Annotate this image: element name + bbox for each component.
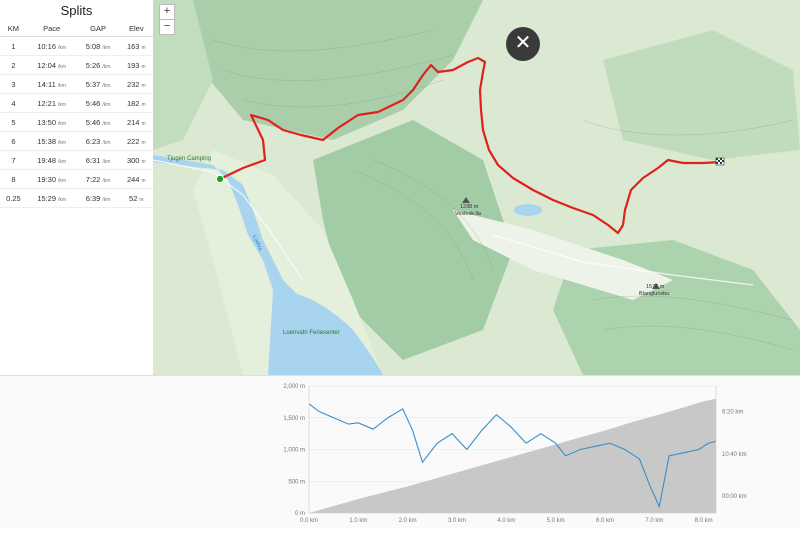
header-pace: Pace <box>26 20 77 37</box>
split-elev: 193 m <box>119 55 153 75</box>
split-row: 6 15:38/km 6:23/km 222 m <box>0 131 153 151</box>
split-km: 0.25 <box>0 188 27 208</box>
split-km: 5 <box>0 112 27 132</box>
y-tick-left: 1,500 m <box>283 416 305 422</box>
split-km: 4 <box>0 93 27 113</box>
split-pace: 14:11/km <box>26 74 77 94</box>
close-icon: ✕ <box>514 32 532 54</box>
split-pace: 12:21/km <box>26 93 77 113</box>
start-marker[interactable] <box>215 174 225 184</box>
split-km: 8 <box>0 169 27 189</box>
split-gap: 6:39/km <box>76 188 120 208</box>
y-tick-right: 10:40 km <box>722 452 747 458</box>
route-map[interactable]: + − ✕ Tjugen Camping Loenvatn Feriesente… <box>153 0 800 375</box>
split-row: 7 19:48/km 6:31/km 300 m <box>0 150 153 170</box>
split-elev: 222 m <box>119 131 153 151</box>
x-tick: 0.0 km <box>300 518 318 524</box>
split-elev: 232 m <box>119 74 153 94</box>
split-gap: 5:08/km <box>76 36 120 56</box>
x-tick: 5.0 km <box>547 518 565 524</box>
splits-table: KM Pace GAP Elev 1 10:16/km 5:08/km 163 m 2 12… <box>0 20 153 208</box>
x-tick: 2.0 km <box>399 518 417 524</box>
close-button[interactable]: ✕ <box>506 27 540 61</box>
peak1-elev: 1238 m <box>460 204 479 210</box>
split-row: 1 10:16/km 5:08/km 163 m <box>0 36 153 56</box>
split-pace: 15:29/km <box>26 188 77 208</box>
finish-flag-icon[interactable] <box>715 157 725 166</box>
split-elev: 52 m <box>119 188 153 208</box>
split-km: 1 <box>0 36 27 56</box>
split-km: 2 <box>0 55 27 75</box>
split-row: 0.25 15:29/km 6:39/km 52 m <box>0 188 153 208</box>
camping-label: Tjugen Camping <box>167 156 212 162</box>
header-gap: GAP <box>76 20 120 37</box>
y-tick-left: 1,000 m <box>283 448 305 454</box>
split-row: 5 13:50/km 5:46/km 214 m <box>0 112 153 132</box>
split-elev: 214 m <box>119 112 153 132</box>
split-gap: 5:46/km <box>76 112 120 132</box>
split-km: 6 <box>0 131 27 151</box>
y-tick-left: 2,000 m <box>283 384 305 390</box>
x-tick: 3.0 km <box>448 518 466 524</box>
split-pace: 13:50/km <box>26 112 77 132</box>
split-row: 3 14:11/km 5:37/km 232 m <box>0 74 153 94</box>
x-tick: 4.0 km <box>497 518 515 524</box>
map-canvas[interactable] <box>153 0 800 375</box>
split-gap: 6:23/km <box>76 131 120 151</box>
x-tick: 7.0 km <box>645 518 663 524</box>
split-gap: 6:31/km <box>76 150 120 170</box>
split-km: 3 <box>0 74 27 94</box>
split-km: 7 <box>0 150 27 170</box>
split-gap: 5:46/km <box>76 93 120 113</box>
header-elev: Elev <box>119 20 153 37</box>
split-elev: 300 m <box>119 150 153 170</box>
x-tick: 1.0 km <box>349 518 367 524</box>
zoom-out-button[interactable]: − <box>159 19 175 35</box>
split-elev: 163 m <box>119 36 153 56</box>
split-pace: 19:48/km <box>26 150 77 170</box>
split-gap: 5:26/km <box>76 55 120 75</box>
split-row: 2 12:04/km 5:26/km 193 m <box>0 55 153 75</box>
peak1-name: Veslesk.lla <box>455 211 481 217</box>
y-tick-right: 00:00 km <box>722 494 747 500</box>
splits-panel: Splits KM Pace GAP Elev 1 10:16/km 5:08/km… <box>0 0 154 374</box>
splits-title: Splits <box>60 3 93 18</box>
y-tick-right: 6:20 km <box>722 410 743 416</box>
elevation-pace-chart[interactable]: 0 m 500 m 1,000 m 1,500 m 2,000 m 00:00 km 10:… <box>0 375 800 528</box>
y-tick-left: 500 m <box>288 479 305 485</box>
split-pace: 15:38/km <box>26 131 77 151</box>
header-km: KM <box>0 20 27 37</box>
peak2-name: Blanglunsbu <box>639 291 670 297</box>
split-row: 4 12:21/km 5:46/km 182 m <box>0 93 153 113</box>
split-elev: 182 m <box>119 93 153 113</box>
zoom-in-button[interactable]: + <box>159 4 175 20</box>
split-pace: 10:16/km <box>26 36 77 56</box>
x-tick: 6.0 km <box>596 518 614 524</box>
split-gap: 5:37/km <box>76 74 120 94</box>
split-elev: 244 m <box>119 169 153 189</box>
split-row: 8 19:30/km 7:22/km 244 m <box>0 169 153 189</box>
lake-label: Loenvatn Feriesenter <box>283 330 340 336</box>
peak2-elev: 1572 m <box>646 284 665 290</box>
x-tick: 8.0 km <box>695 518 713 524</box>
y-tick-left: 0 m <box>295 511 305 517</box>
split-gap: 7:22/km <box>76 169 120 189</box>
split-pace: 19:30/km <box>26 169 77 189</box>
split-pace: 12:04/km <box>26 55 77 75</box>
